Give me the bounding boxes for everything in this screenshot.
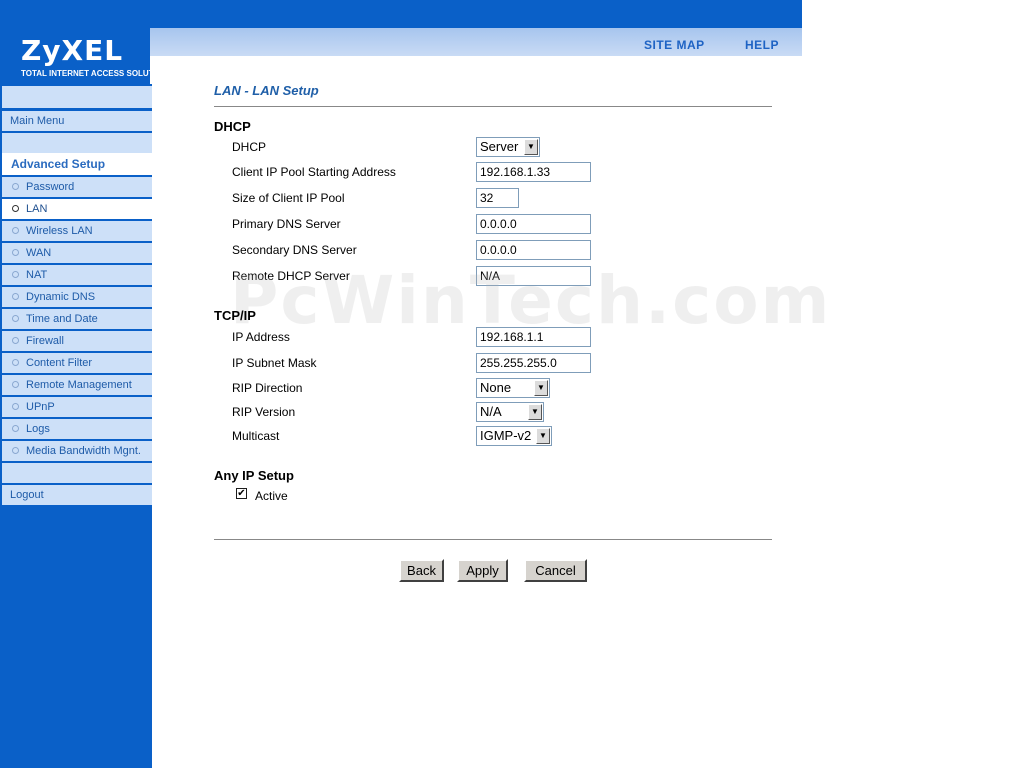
rip-direction-label: RIP Direction bbox=[232, 381, 303, 395]
bullet-icon bbox=[12, 446, 19, 454]
sidebar-item-time-and-date[interactable]: Time and Date bbox=[2, 309, 152, 329]
divider bbox=[214, 106, 772, 107]
content-curve bbox=[152, 56, 802, 86]
subnet-mask-label: IP Subnet Mask bbox=[232, 356, 317, 370]
sidebar-spacer bbox=[2, 133, 152, 153]
sidebar-item-label: Firewall bbox=[26, 335, 64, 347]
divider bbox=[214, 539, 772, 540]
dhcp-select-value: Server bbox=[480, 139, 519, 154]
bullet-icon bbox=[12, 314, 19, 322]
sidebar-item-label: LAN bbox=[26, 203, 48, 215]
bullet-icon bbox=[12, 226, 19, 234]
pool-size-input[interactable]: 32 bbox=[476, 188, 519, 208]
sidebar-item-label: Content Filter bbox=[26, 357, 93, 369]
sidebar-section-advanced-setup: Advanced Setup bbox=[2, 153, 152, 175]
primary-dns-label: Primary DNS Server bbox=[232, 217, 341, 231]
bullet-icon bbox=[12, 204, 19, 212]
sidebar-item-content-filter[interactable]: Content Filter bbox=[2, 353, 152, 373]
sidebar-item-logs[interactable]: Logs bbox=[2, 419, 152, 439]
sidebar-logout[interactable]: Logout bbox=[2, 485, 152, 505]
rip-version-value: N/A bbox=[480, 404, 502, 419]
logo-text: ZyXEL bbox=[21, 34, 124, 67]
remote-dhcp-input[interactable]: N/A bbox=[476, 266, 591, 286]
bullet-icon bbox=[12, 292, 19, 300]
chevron-down-icon: ▼ bbox=[534, 380, 548, 396]
router-admin-frame: ZyXEL TOTAL INTERNET ACCESS SOLUTION SIT… bbox=[0, 0, 829, 768]
multicast-label: Multicast bbox=[232, 429, 280, 443]
sidebar-item-label: WAN bbox=[26, 247, 52, 259]
bullet-icon bbox=[12, 248, 19, 256]
site-map-link[interactable]: SITE MAP bbox=[644, 38, 705, 52]
rip-direction-value: None bbox=[480, 380, 512, 395]
active-checkbox[interactable]: ✔ bbox=[236, 488, 247, 499]
sidebar-item-label: Dynamic DNS bbox=[26, 291, 96, 303]
dhcp-select[interactable]: Server ▼ bbox=[476, 137, 540, 157]
sidebar-item-firewall[interactable]: Firewall bbox=[2, 331, 152, 351]
sidebar-item-password[interactable]: Password bbox=[2, 177, 152, 197]
dhcp-label: DHCP bbox=[232, 140, 267, 154]
pool-size-label: Size of Client IP Pool bbox=[232, 191, 345, 205]
sidebar-item-remote-management[interactable]: Remote Management bbox=[2, 375, 152, 395]
logo: ZyXEL TOTAL INTERNET ACCESS SOLUTION bbox=[0, 28, 168, 84]
sidebar-spacer bbox=[2, 463, 152, 483]
remote-dhcp-label: Remote DHCP Server bbox=[232, 269, 350, 283]
logo-tagline: TOTAL INTERNET ACCESS SOLUTION bbox=[21, 69, 168, 78]
sidebar-item-label: UPnP bbox=[26, 401, 55, 413]
sidebar-spacer bbox=[2, 86, 152, 108]
ip-address-input[interactable]: 192.168.1.1 bbox=[476, 327, 591, 347]
ip-address-label: IP Address bbox=[232, 330, 290, 344]
bullet-icon bbox=[12, 336, 19, 344]
page-title: LAN - LAN Setup bbox=[214, 83, 319, 98]
chevron-down-icon: ▼ bbox=[524, 139, 538, 155]
multicast-value: IGMP-v2 bbox=[480, 428, 532, 443]
secondary-dns-label: Secondary DNS Server bbox=[232, 243, 357, 257]
section-heading-any-ip: Any IP Setup bbox=[214, 468, 294, 483]
chevron-down-icon: ▼ bbox=[536, 428, 550, 444]
bullet-icon bbox=[12, 182, 19, 190]
rip-direction-select[interactable]: None ▼ bbox=[476, 378, 550, 398]
sidebar-item-wan[interactable]: WAN bbox=[2, 243, 152, 263]
sidebar-item-label: NAT bbox=[26, 269, 48, 281]
sidebar-main-menu[interactable]: Main Menu bbox=[2, 111, 152, 131]
pool-start-input[interactable]: 192.168.1.33 bbox=[476, 162, 591, 182]
sidebar-item-media-bandwidth-mgnt[interactable]: Media Bandwidth Mgnt. bbox=[2, 441, 152, 461]
sidebar-item-label: Remote Management bbox=[26, 379, 132, 391]
sidebar-item-wireless-lan[interactable]: Wireless LAN bbox=[2, 221, 152, 241]
rip-version-select[interactable]: N/A ▼ bbox=[476, 402, 544, 422]
sidebar-item-label: Password bbox=[26, 181, 75, 193]
help-link[interactable]: HELP bbox=[745, 38, 779, 52]
sidebar-item-label: Time and Date bbox=[26, 313, 98, 325]
primary-dns-input[interactable]: 0.0.0.0 bbox=[476, 214, 591, 234]
sidebar: Main Menu Advanced Setup Password LAN Wi… bbox=[0, 84, 152, 768]
cancel-button[interactable]: Cancel bbox=[524, 559, 587, 582]
section-heading-dhcp: DHCP bbox=[214, 119, 251, 134]
bullet-icon bbox=[12, 270, 19, 278]
section-heading-tcpip: TCP/IP bbox=[214, 308, 256, 323]
sidebar-item-upnp[interactable]: UPnP bbox=[2, 397, 152, 417]
bullet-icon bbox=[12, 380, 19, 388]
sidebar-item-label: Logs bbox=[26, 423, 50, 435]
sidebar-item-label: Media Bandwidth Mgnt. bbox=[26, 445, 141, 457]
bullet-icon bbox=[12, 424, 19, 432]
rip-version-label: RIP Version bbox=[232, 405, 296, 419]
sidebar-item-lan[interactable]: LAN bbox=[2, 199, 152, 219]
sidebar-item-dynamic-dns[interactable]: Dynamic DNS bbox=[2, 287, 152, 307]
bullet-icon bbox=[12, 358, 19, 366]
bullet-icon bbox=[12, 402, 19, 410]
multicast-select[interactable]: IGMP-v2 ▼ bbox=[476, 426, 552, 446]
active-label: Active bbox=[255, 489, 288, 503]
subnet-mask-input[interactable]: 255.255.255.0 bbox=[476, 353, 591, 373]
pool-start-label: Client IP Pool Starting Address bbox=[232, 165, 396, 179]
sidebar-item-label: Wireless LAN bbox=[26, 225, 93, 237]
apply-button[interactable]: Apply bbox=[457, 559, 508, 582]
sidebar-item-nat[interactable]: NAT bbox=[2, 265, 152, 285]
secondary-dns-input[interactable]: 0.0.0.0 bbox=[476, 240, 591, 260]
top-bar bbox=[0, 0, 802, 28]
back-button[interactable]: Back bbox=[399, 559, 444, 582]
chevron-down-icon: ▼ bbox=[528, 404, 542, 420]
